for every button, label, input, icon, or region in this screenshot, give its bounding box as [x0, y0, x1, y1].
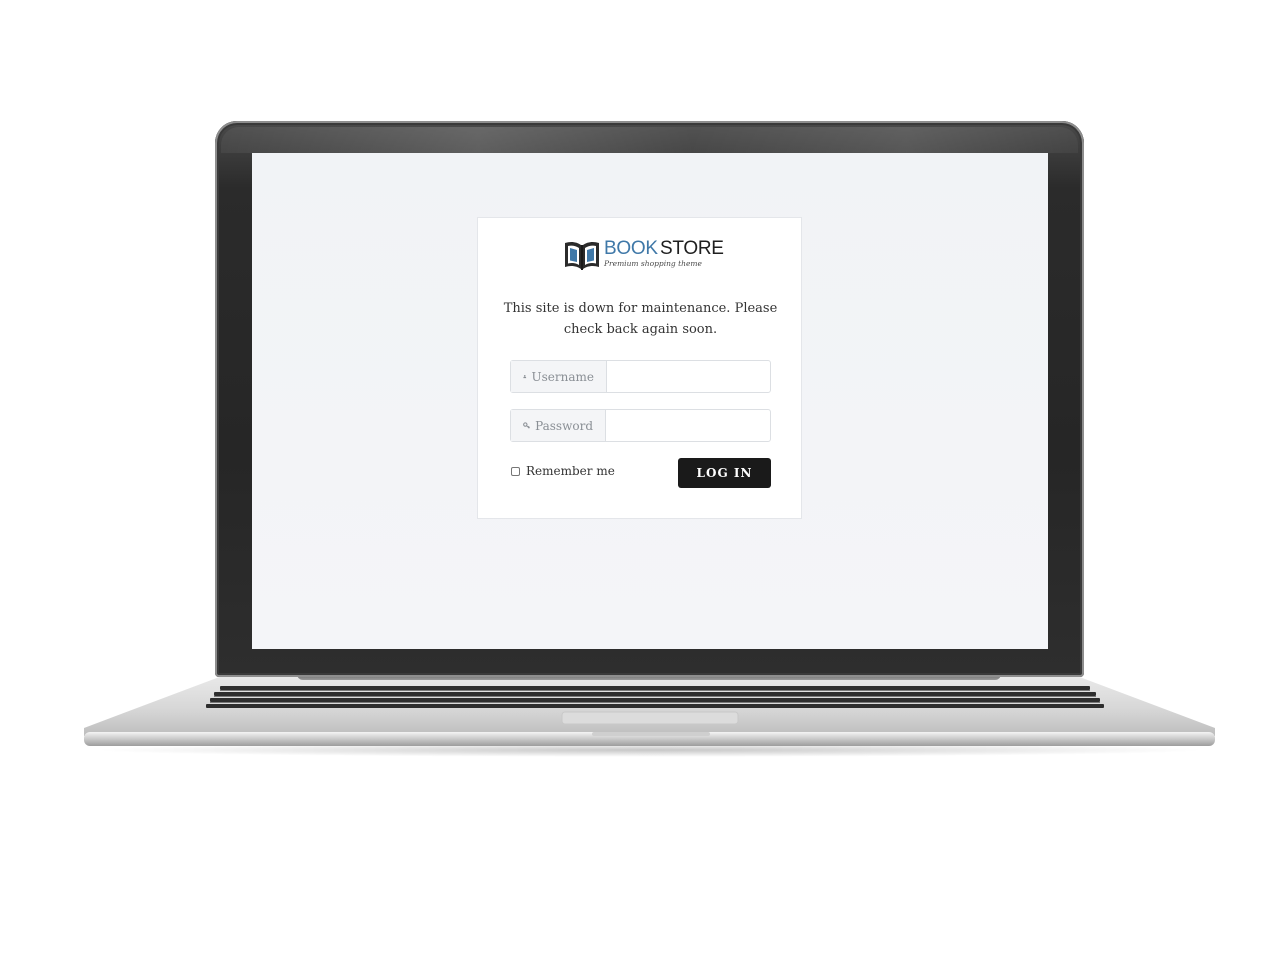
laptop-keyboard-deck — [84, 676, 1215, 746]
password-field: Password — [510, 409, 774, 442]
brand-name-store: STORE — [660, 238, 724, 259]
login-card: BOOK STORE Premium shopping theme This s… — [477, 217, 802, 519]
brand-name-book: BOOK — [604, 238, 658, 259]
remember-me-label: Remember me — [526, 464, 615, 478]
remember-me[interactable]: Remember me — [511, 464, 615, 478]
laptop-base — [82, 676, 1217, 748]
lid-glare — [221, 127, 1078, 153]
laptop-mockup: BOOK STORE Premium shopping theme This s… — [0, 0, 1280, 959]
password-addon: Password — [511, 410, 606, 441]
password-label: Password — [535, 418, 593, 433]
username-input[interactable] — [607, 361, 775, 392]
key-icon — [523, 422, 530, 429]
user-icon — [523, 374, 527, 379]
login-button[interactable]: LOG IN — [678, 458, 771, 488]
maintenance-message: This site is down for maintenance. Pleas… — [503, 301, 778, 337]
laptop-screen: BOOK STORE Premium shopping theme This s… — [252, 153, 1048, 649]
open-book-icon — [565, 241, 599, 270]
laptop-lid: BOOK STORE Premium shopping theme This s… — [215, 121, 1084, 677]
brand-logo[interactable]: BOOK STORE Premium shopping theme — [562, 238, 724, 272]
remember-me-checkbox[interactable] — [511, 466, 520, 476]
username-addon: Username — [511, 361, 607, 392]
username-label: Username — [531, 369, 594, 384]
password-input[interactable] — [606, 410, 774, 441]
brand-tagline: Premium shopping theme — [604, 259, 702, 268]
username-field: Username — [510, 360, 775, 393]
